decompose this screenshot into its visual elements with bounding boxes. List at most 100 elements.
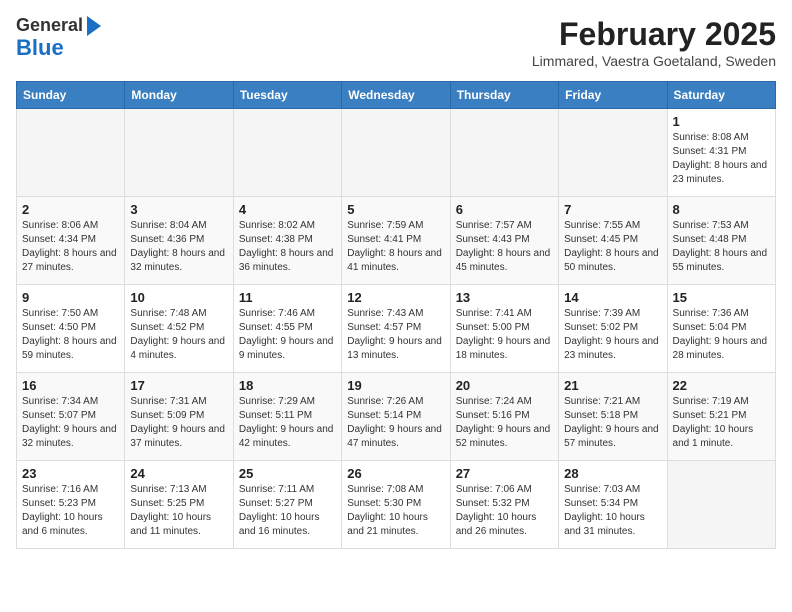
calendar-week-row: 2 Sunrise: 8:06 AM Sunset: 4:34 PM Daylig… bbox=[17, 197, 776, 285]
calendar-cell: 9Sunrise: 7:50 AM Sunset: 4:50 PM Daylig… bbox=[17, 285, 125, 373]
day-info: Sunrise: 7:41 AM Sunset: 5:00 PM Dayligh… bbox=[456, 307, 553, 363]
calendar-cell: 13 Sunrise: 7:41 AM Sunset: 5:00 PM Dayli… bbox=[450, 285, 558, 373]
calendar-cell: 6 Sunrise: 7:57 AM Sunset: 4:43 PM Daylig… bbox=[450, 197, 558, 285]
calendar-cell: 20 Sunrise: 7:24 AM Sunset: 5:16 PM Dayli… bbox=[450, 373, 558, 461]
day-number: 19 bbox=[347, 378, 444, 393]
month-title: February 2025 bbox=[532, 16, 776, 53]
day-info: Sunrise: 7:31 AM Sunset: 5:09 PM Dayligh… bbox=[130, 395, 227, 451]
day-info: Sunrise: 8:08 AM Sunset: 4:31 PM Dayligh… bbox=[673, 131, 770, 187]
weekday-header-friday: Friday bbox=[559, 82, 667, 109]
calendar-cell: 10 Sunrise: 7:48 AM Sunset: 4:52 PM Dayli… bbox=[125, 285, 233, 373]
day-info: Sunrise: 7:08 AM Sunset: 5:30 PM Dayligh… bbox=[347, 483, 444, 539]
calendar-cell bbox=[667, 461, 775, 549]
day-number: 18 bbox=[239, 378, 336, 393]
weekday-header-saturday: Saturday bbox=[667, 82, 775, 109]
calendar-cell: 12 Sunrise: 7:43 AM Sunset: 4:57 PM Dayli… bbox=[342, 285, 450, 373]
day-number: 15 bbox=[673, 290, 770, 305]
calendar-cell: 28 Sunrise: 7:03 AM Sunset: 5:34 PM Dayli… bbox=[559, 461, 667, 549]
calendar-cell: 25 Sunrise: 7:11 AM Sunset: 5:27 PM Dayli… bbox=[233, 461, 341, 549]
day-info: Sunrise: 7:43 AM Sunset: 4:57 PM Dayligh… bbox=[347, 307, 444, 363]
day-number: 5 bbox=[347, 202, 444, 217]
calendar-cell: 26 Sunrise: 7:08 AM Sunset: 5:30 PM Dayli… bbox=[342, 461, 450, 549]
day-info: Sunrise: 7:29 AM Sunset: 5:11 PM Dayligh… bbox=[239, 395, 336, 451]
calendar-cell bbox=[125, 109, 233, 197]
day-info: Sunrise: 8:02 AM Sunset: 4:38 PM Dayligh… bbox=[239, 219, 336, 275]
calendar-cell bbox=[233, 109, 341, 197]
day-info: Sunrise: 7:06 AM Sunset: 5:32 PM Dayligh… bbox=[456, 483, 553, 539]
day-number: 22 bbox=[673, 378, 770, 393]
calendar-week-row: 16 Sunrise: 7:34 AM Sunset: 5:07 PM Dayli… bbox=[17, 373, 776, 461]
day-number: 20 bbox=[456, 378, 553, 393]
day-info: Sunrise: 7:11 AM Sunset: 5:27 PM Dayligh… bbox=[239, 483, 336, 539]
weekday-header-row: SundayMondayTuesdayWednesdayThursdayFrid… bbox=[17, 82, 776, 109]
calendar-cell: 27Sunrise: 7:06 AM Sunset: 5:32 PM Dayli… bbox=[450, 461, 558, 549]
day-info: Sunrise: 7:48 AM Sunset: 4:52 PM Dayligh… bbox=[130, 307, 227, 363]
day-number: 10 bbox=[130, 290, 227, 305]
calendar-cell: 18 Sunrise: 7:29 AM Sunset: 5:11 PM Dayli… bbox=[233, 373, 341, 461]
day-number: 4 bbox=[239, 202, 336, 217]
calendar-cell: 8 Sunrise: 7:53 AM Sunset: 4:48 PM Daylig… bbox=[667, 197, 775, 285]
day-number: 12 bbox=[347, 290, 444, 305]
calendar-cell: 2 Sunrise: 8:06 AM Sunset: 4:34 PM Daylig… bbox=[17, 197, 125, 285]
day-number: 8 bbox=[673, 202, 770, 217]
weekday-header-wednesday: Wednesday bbox=[342, 82, 450, 109]
day-number: 9 bbox=[22, 290, 119, 305]
day-info: Sunrise: 7:03 AM Sunset: 5:34 PM Dayligh… bbox=[564, 483, 661, 539]
calendar-table: SundayMondayTuesdayWednesdayThursdayFrid… bbox=[16, 81, 776, 549]
day-number: 28 bbox=[564, 466, 661, 481]
day-info: Sunrise: 7:19 AM Sunset: 5:21 PM Dayligh… bbox=[673, 395, 770, 451]
logo-general-text: General bbox=[16, 16, 83, 36]
day-number: 3 bbox=[130, 202, 227, 217]
day-number: 2 bbox=[22, 202, 119, 217]
calendar-week-row: 9Sunrise: 7:50 AM Sunset: 4:50 PM Daylig… bbox=[17, 285, 776, 373]
title-area: February 2025 Limmared, Vaestra Goetalan… bbox=[532, 16, 776, 69]
calendar-cell: 7Sunrise: 7:55 AM Sunset: 4:45 PM Daylig… bbox=[559, 197, 667, 285]
day-number: 23 bbox=[22, 466, 119, 481]
day-number: 24 bbox=[130, 466, 227, 481]
calendar-week-row: 23 Sunrise: 7:16 AM Sunset: 5:23 PM Dayli… bbox=[17, 461, 776, 549]
weekday-header-thursday: Thursday bbox=[450, 82, 558, 109]
calendar-cell: 17 Sunrise: 7:31 AM Sunset: 5:09 PM Dayli… bbox=[125, 373, 233, 461]
calendar-cell: 15 Sunrise: 7:36 AM Sunset: 5:04 PM Dayli… bbox=[667, 285, 775, 373]
calendar-cell bbox=[559, 109, 667, 197]
weekday-header-tuesday: Tuesday bbox=[233, 82, 341, 109]
weekday-header-monday: Monday bbox=[125, 82, 233, 109]
day-number: 1 bbox=[673, 114, 770, 129]
day-number: 25 bbox=[239, 466, 336, 481]
day-number: 17 bbox=[130, 378, 227, 393]
day-number: 11 bbox=[239, 290, 336, 305]
calendar-week-row: 1 Sunrise: 8:08 AM Sunset: 4:31 PM Daylig… bbox=[17, 109, 776, 197]
day-number: 13 bbox=[456, 290, 553, 305]
calendar-cell bbox=[342, 109, 450, 197]
calendar-cell: 3Sunrise: 8:04 AM Sunset: 4:36 PM Daylig… bbox=[125, 197, 233, 285]
day-number: 6 bbox=[456, 202, 553, 217]
day-number: 14 bbox=[564, 290, 661, 305]
page-header: General Blue February 2025 Limmared, Vae… bbox=[16, 16, 776, 69]
calendar-cell: 22 Sunrise: 7:19 AM Sunset: 5:21 PM Dayli… bbox=[667, 373, 775, 461]
logo-blue-text: Blue bbox=[16, 36, 64, 60]
calendar-cell: 23 Sunrise: 7:16 AM Sunset: 5:23 PM Dayli… bbox=[17, 461, 125, 549]
calendar-cell bbox=[450, 109, 558, 197]
day-info: Sunrise: 7:36 AM Sunset: 5:04 PM Dayligh… bbox=[673, 307, 770, 363]
calendar-cell: 5 Sunrise: 7:59 AM Sunset: 4:41 PM Daylig… bbox=[342, 197, 450, 285]
calendar-cell: 1 Sunrise: 8:08 AM Sunset: 4:31 PM Daylig… bbox=[667, 109, 775, 197]
day-info: Sunrise: 7:57 AM Sunset: 4:43 PM Dayligh… bbox=[456, 219, 553, 275]
day-info: Sunrise: 7:26 AM Sunset: 5:14 PM Dayligh… bbox=[347, 395, 444, 451]
day-info: Sunrise: 7:59 AM Sunset: 4:41 PM Dayligh… bbox=[347, 219, 444, 275]
day-info: Sunrise: 7:34 AM Sunset: 5:07 PM Dayligh… bbox=[22, 395, 119, 451]
day-info: Sunrise: 7:53 AM Sunset: 4:48 PM Dayligh… bbox=[673, 219, 770, 275]
logo: General Blue bbox=[16, 16, 101, 60]
day-info: Sunrise: 7:24 AM Sunset: 5:16 PM Dayligh… bbox=[456, 395, 553, 451]
day-number: 21 bbox=[564, 378, 661, 393]
day-info: Sunrise: 7:39 AM Sunset: 5:02 PM Dayligh… bbox=[564, 307, 661, 363]
day-number: 16 bbox=[22, 378, 119, 393]
calendar-cell: 21Sunrise: 7:21 AM Sunset: 5:18 PM Dayli… bbox=[559, 373, 667, 461]
day-info: Sunrise: 7:16 AM Sunset: 5:23 PM Dayligh… bbox=[22, 483, 119, 539]
calendar-cell: 16 Sunrise: 7:34 AM Sunset: 5:07 PM Dayli… bbox=[17, 373, 125, 461]
calendar-cell: 24Sunrise: 7:13 AM Sunset: 5:25 PM Dayli… bbox=[125, 461, 233, 549]
calendar-cell: 4 Sunrise: 8:02 AM Sunset: 4:38 PM Daylig… bbox=[233, 197, 341, 285]
weekday-header-sunday: Sunday bbox=[17, 82, 125, 109]
day-number: 26 bbox=[347, 466, 444, 481]
day-info: Sunrise: 8:06 AM Sunset: 4:34 PM Dayligh… bbox=[22, 219, 119, 275]
day-info: Sunrise: 7:55 AM Sunset: 4:45 PM Dayligh… bbox=[564, 219, 661, 275]
